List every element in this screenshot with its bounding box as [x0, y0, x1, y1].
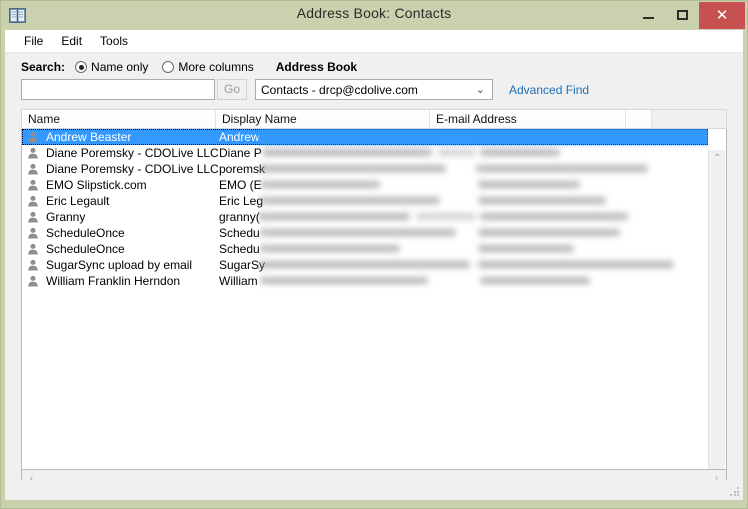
column-header-filler	[652, 110, 726, 128]
contact-name-text: EMO Slipstick.com	[46, 178, 147, 192]
cell-name: ScheduleOnce	[22, 225, 218, 241]
cell-display-name: Andrew	[219, 130, 260, 144]
table-row[interactable]: Eric Legault Eric Leg	[22, 193, 708, 209]
radio-more-columns[interactable]: More columns	[162, 60, 254, 74]
contact-name-text: Granny	[46, 210, 86, 224]
cell-name: EMO Slipstick.com	[22, 177, 218, 193]
table-row[interactable]: Granny granny(	[22, 209, 708, 225]
cell-name: William Franklin Herndon	[22, 273, 218, 289]
contacts-list-body: Andrew Beaster Andrew Diane Poremsky - C…	[21, 129, 727, 470]
table-row[interactable]: SugarSync upload by email SugarSy	[22, 257, 708, 273]
cell-display-name: Schedu	[219, 242, 260, 256]
contact-name-text: SugarSync upload by email	[46, 258, 193, 272]
contacts-list-panel: Name Display Name E-mail Address Andrew …	[21, 109, 727, 489]
contact-person-icon	[28, 147, 38, 159]
window-controls: ✕	[631, 1, 747, 30]
contact-person-icon	[28, 227, 38, 239]
contact-name-text: ScheduleOnce	[46, 226, 125, 240]
radio-more-columns-indicator	[162, 61, 175, 73]
close-icon: ✕	[715, 7, 729, 24]
column-header-name[interactable]: Name	[22, 110, 216, 128]
address-book-label: Address Book	[275, 60, 358, 74]
contact-person-icon	[28, 163, 38, 175]
cell-display-name: granny(	[219, 210, 260, 224]
resize-grip-icon[interactable]	[730, 487, 740, 497]
address-book-select[interactable]: Contacts - drcp@cdolive.com ⌄	[255, 79, 493, 100]
column-header-display-name[interactable]: Display Name	[216, 110, 430, 128]
radio-name-only-label: Name only	[91, 60, 149, 74]
radio-more-columns-label: More columns	[178, 60, 254, 74]
maximize-button[interactable]	[665, 1, 699, 29]
go-button[interactable]: Go	[217, 79, 247, 100]
status-bar	[5, 480, 743, 500]
search-toolbar: Search: Name only More columns Address B…	[5, 53, 743, 109]
minimize-icon	[642, 17, 654, 19]
vertical-scrollbar[interactable]: ⌃ ⌄	[708, 150, 726, 469]
search-options-row: Search: Name only More columns Address B…	[21, 59, 357, 75]
menu-item-tools[interactable]: Tools	[91, 32, 137, 50]
table-row[interactable]: Diane Poremsky - CDOLive LLC poremsk	[22, 161, 708, 177]
address-book-select-value: Contacts - drcp@cdolive.com	[261, 82, 418, 97]
contact-name-text: Diane Poremsky - CDOLive LLC	[46, 146, 218, 160]
address-book-window: Address Book: Contacts ✕ File Edit Tools…	[0, 0, 748, 509]
contact-person-icon	[28, 211, 38, 223]
column-header-email-address[interactable]: E-mail Address	[430, 110, 626, 128]
radio-name-only-indicator	[75, 61, 88, 73]
search-input[interactable]	[21, 79, 215, 100]
cell-display-name: Schedu	[219, 226, 260, 240]
title-bar: Address Book: Contacts ✕	[1, 1, 747, 30]
menu-item-file[interactable]: File	[15, 32, 52, 50]
contact-person-icon	[28, 179, 38, 191]
contact-person-icon	[28, 131, 38, 143]
contact-person-icon	[28, 275, 38, 287]
table-row[interactable]: William Franklin Herndon William	[22, 273, 708, 289]
cell-name: Diane Poremsky - CDOLive LLC	[22, 145, 218, 161]
chevron-down-icon: ⌄	[475, 84, 485, 96]
cell-name: Granny	[22, 209, 218, 225]
scroll-up-icon[interactable]: ⌃	[709, 150, 726, 167]
client-area: File Edit Tools Search: Name only More c…	[5, 30, 743, 500]
cell-name: Andrew Beaster	[22, 129, 218, 145]
cell-name: SugarSync upload by email	[22, 257, 218, 273]
contact-name-text: Eric Legault	[46, 194, 110, 208]
menu-item-edit[interactable]: Edit	[52, 32, 91, 50]
table-row[interactable]: ScheduleOnce Schedu	[22, 241, 708, 257]
contact-person-icon	[28, 243, 38, 255]
table-row[interactable]: Andrew Beaster Andrew	[22, 129, 708, 145]
search-controls-row: Go Contacts - drcp@cdolive.com ⌄ Advance…	[21, 79, 589, 100]
contact-person-icon	[28, 195, 38, 207]
cell-display-name: William	[219, 274, 258, 288]
contact-name-text: Andrew Beaster	[46, 130, 132, 144]
cell-display-name: SugarSy	[219, 258, 266, 272]
contact-person-icon	[28, 259, 38, 271]
maximize-icon	[676, 10, 688, 20]
advanced-find-link[interactable]: Advanced Find	[509, 83, 589, 97]
menu-bar: File Edit Tools	[5, 30, 743, 53]
search-label: Search:	[21, 60, 66, 74]
contact-name-text: Diane Poremsky - CDOLive LLC	[46, 162, 218, 176]
column-header-extra[interactable]	[626, 110, 652, 128]
minimize-button[interactable]	[631, 1, 665, 29]
contact-name-text: William Franklin Herndon	[46, 274, 181, 288]
cell-display-name: Eric Leg	[219, 194, 264, 208]
list-column-headers: Name Display Name E-mail Address	[21, 109, 727, 129]
cell-display-name: poremsk	[219, 162, 266, 176]
cell-name: Diane Poremsky - CDOLive LLC	[22, 161, 218, 177]
table-row[interactable]: EMO Slipstick.com EMO (E	[22, 177, 708, 193]
contacts-rows: Andrew Beaster Andrew Diane Poremsky - C…	[22, 129, 708, 289]
cell-display-name: EMO (E	[219, 178, 262, 192]
table-row[interactable]: Diane Poremsky - CDOLive LLC Diane P	[22, 145, 708, 161]
cell-display-name: Diane P	[219, 146, 262, 160]
cell-name: Eric Legault	[22, 193, 218, 209]
contact-name-text: ScheduleOnce	[46, 242, 125, 256]
close-button[interactable]: ✕	[699, 2, 745, 29]
cell-name: ScheduleOnce	[22, 241, 218, 257]
table-row[interactable]: ScheduleOnce Schedu	[22, 225, 708, 241]
radio-name-only[interactable]: Name only	[75, 60, 148, 74]
